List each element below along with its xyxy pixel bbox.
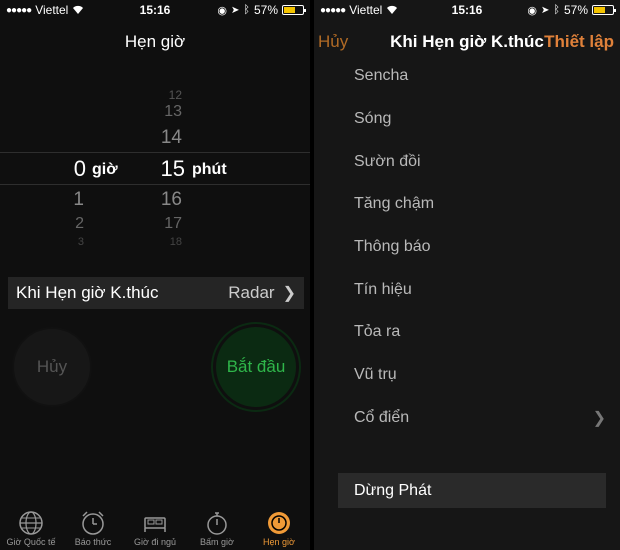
nav-bar: Hủy Khi Hẹn giờ K.thúc Thiết lập [314,30,620,54]
tone-item-classic[interactable]: Cổ điển ❯ [314,397,620,440]
location-icon: ➤ [230,4,240,16]
tone-item-label: Cổ điển [354,408,410,426]
location-icon: ➤ [540,4,550,16]
tab-label: Giờ Quốc tế [6,537,56,547]
battery-percent: 57% [253,3,278,17]
tab-label: Báo thức [74,537,112,547]
tab-alarm[interactable]: Báo thức [62,504,124,550]
tone-item[interactable]: Thông báo [314,226,620,269]
chevron-right-icon: ❯ [282,285,296,302]
alarm-clock-icon [82,511,104,535]
bluetooth-icon: ᛒ [553,4,560,16]
tab-label: Hẹn giờ [263,537,295,547]
chevron-right-icon: ❯ [592,409,606,427]
timer-screen: ●●●●● Viettel 15:16 ◉ ➤ ᛒ 57% Hẹn giờ 12… [0,0,310,550]
tab-label: Bấm giờ [200,537,234,547]
stop-playing-row[interactable]: Dừng Phát [338,473,606,508]
globe-icon [19,511,43,535]
battery-icon [282,5,306,15]
hour-option[interactable]: 3 [56,236,84,248]
tab-stopwatch[interactable]: Bấm giờ [186,504,248,550]
tone-picker-screen: ●●●●● Viettel 15:16 ◉ ➤ ᛒ 57% Hủy Khi Hẹ… [314,0,620,550]
start-button[interactable]: Bắt đầu [216,327,296,407]
tab-bar: Giờ Quốc tế Báo thức Giờ đi ngủ Bấm giờ … [0,504,310,550]
status-bar: ●●●●● Viettel 15:16 ◉ ➤ ᛒ 57% [314,0,620,20]
tone-item[interactable]: Tỏa ra [314,311,620,354]
tab-timer[interactable]: Hẹn giờ [248,504,310,550]
minute-option[interactable]: 16 [140,189,182,211]
hour-option[interactable]: 1 [56,189,84,211]
tone-item[interactable]: Tín hiệu [314,268,620,311]
battery-percent: 57% [563,3,588,17]
rotation-lock-icon: ◉ [527,4,537,17]
minute-option[interactable]: 17 [140,215,182,233]
timer-icon [268,512,290,534]
tab-world-clock[interactable]: Giờ Quốc tế [0,504,62,550]
status-bar: ●●●●● Viettel 15:16 ◉ ➤ ᛒ 57% [0,0,310,20]
bluetooth-icon: ᛒ [243,4,250,16]
hours-selected[interactable]: 0 [56,156,86,182]
hour-option[interactable]: 2 [56,215,84,233]
minute-option[interactable]: 13 [140,103,182,121]
page-title: Hẹn giờ [124,32,186,51]
minutes-unit: phút [192,161,227,178]
tone-list: Sencha Sóng Sườn đồi Tăng chậm Thông báo… [314,55,620,439]
tone-item[interactable]: Vũ trụ [314,354,620,397]
battery-icon [592,5,616,15]
selected-tone-value: Radar [228,283,275,302]
duration-picker[interactable]: 12 13 14 0 giờ 15 phút 1 2 3 16 17 18 [0,88,310,248]
cancel-button[interactable]: Hủy [12,327,92,407]
tab-bedtime[interactable]: Giờ đi ngủ [124,504,186,550]
tone-item[interactable]: Sườn đồi [314,140,620,183]
bed-icon [144,517,166,532]
hours-unit: giờ [92,161,118,178]
when-timer-ends-label: Khi Hẹn giờ K.thúc [16,283,159,302]
minutes-selected[interactable]: 15 [140,156,185,182]
tone-item[interactable]: Tăng chậm [314,183,620,226]
set-button[interactable]: Thiết lập [544,32,614,52]
minute-option[interactable]: 12 [140,88,182,102]
when-timer-ends-row[interactable]: Khi Hẹn giờ K.thúc Radar ❯ [8,277,304,309]
rotation-lock-icon: ◉ [217,4,227,17]
minute-option[interactable]: 18 [140,236,182,248]
tone-item[interactable]: Sencha [314,55,620,98]
tab-label: Giờ đi ngủ [134,537,176,547]
tone-item[interactable]: Sóng [314,98,620,141]
stopwatch-icon [207,512,227,535]
minute-option[interactable]: 14 [140,127,182,149]
